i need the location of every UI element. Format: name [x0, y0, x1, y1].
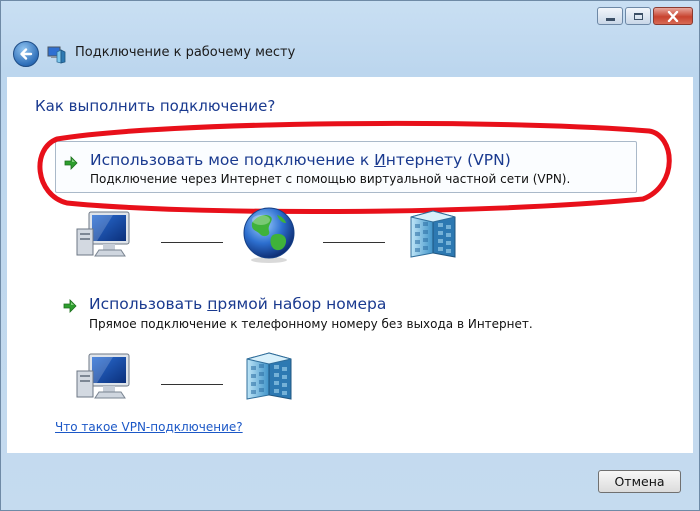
close-button[interactable] — [653, 7, 693, 25]
network-wizard-icon — [47, 46, 66, 64]
option-dialup[interactable]: Использовать прямой набор номера Прямое … — [55, 289, 637, 335]
connection-line — [323, 242, 385, 243]
content-area: Как выполнить подключение? Использовать … — [7, 77, 693, 453]
computer-icon — [73, 351, 133, 403]
server-icon — [403, 207, 463, 259]
page-heading: Как выполнить подключение? — [35, 97, 276, 115]
back-button[interactable] — [13, 41, 39, 67]
minimize-icon — [605, 17, 615, 21]
option-vpn-title: Использовать мое подключение к Интернету… — [90, 151, 511, 169]
title-bar[interactable] — [1, 1, 699, 31]
option-dialup-description: Прямое подключение к телефонному номеру … — [89, 317, 533, 331]
close-icon — [667, 10, 679, 22]
window-title: Подключение к рабочему месту — [75, 45, 296, 60]
maximize-button[interactable] — [625, 7, 651, 25]
minimize-button[interactable] — [597, 7, 623, 25]
option-vpn-description: Подключение через Интернет с помощью вир… — [90, 172, 571, 186]
navigation-bar: Подключение к рабочему месту — [1, 31, 699, 77]
footer-bar: Отмена — [1, 453, 699, 510]
wizard-window: Подключение к рабочему месту Как выполни… — [0, 0, 700, 511]
green-arrow-icon — [64, 156, 78, 170]
computer-icon — [73, 209, 133, 261]
access-key: п — [207, 295, 218, 313]
cancel-button[interactable]: Отмена — [598, 470, 681, 493]
caption-buttons — [597, 7, 693, 25]
connection-line — [161, 242, 223, 243]
vpn-help-link[interactable]: Что такое VPN-подключение? — [55, 420, 243, 434]
green-arrow-icon — [63, 299, 77, 313]
access-key: И — [374, 151, 386, 169]
option-vpn[interactable]: Использовать мое подключение к Интернету… — [55, 141, 637, 193]
maximize-icon — [633, 12, 643, 20]
option-dialup-title: Использовать прямой набор номера — [89, 295, 387, 313]
connection-line — [161, 384, 223, 385]
globe-icon — [239, 205, 299, 265]
back-arrow-icon — [20, 48, 33, 60]
server-icon — [239, 349, 299, 401]
